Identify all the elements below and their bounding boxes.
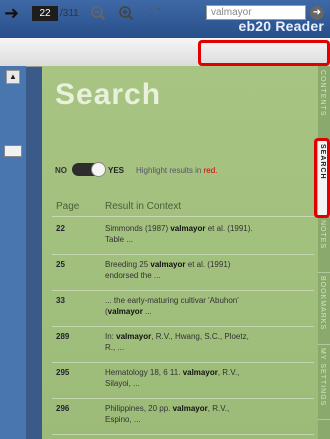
result-search-term: valmayor (107, 307, 143, 316)
tab-label: MY SETTINGS (319, 348, 326, 407)
result-page: 25 (56, 260, 65, 269)
result-search-term: valmayor (150, 260, 186, 269)
scroll-up-button[interactable]: ▲ (6, 70, 20, 84)
tab-search[interactable]: SEARCH (318, 140, 330, 217)
column-header-result: Result in Context (105, 201, 182, 212)
page-number-field[interactable]: 22 (32, 6, 58, 21)
result-context-pre: Simmonds (1987) (105, 224, 171, 233)
result-context: Hematology 18, 6 11. valmayor, R.V., Sil… (105, 367, 255, 389)
tab-label: CONTENTS (319, 70, 326, 117)
result-context-pre: Hematology 18, 6 11. (105, 368, 183, 377)
result-page: 296 (56, 404, 70, 413)
tab-notes[interactable]: NOTES (318, 216, 330, 273)
result-context-pre: Philippines, 20 pp. (105, 404, 173, 413)
result-context-post: ... (142, 307, 152, 316)
result-row[interactable]: 25 Breeding 25 valmayor et al. (1991) end… (52, 254, 314, 291)
tab-my-settings[interactable]: MY SETTINGS (318, 344, 330, 420)
result-search-term: valmayor (172, 404, 208, 413)
scroll-strip (0, 66, 26, 439)
highlight-description: Highlight results in red. (136, 166, 217, 175)
result-page: 33 (56, 296, 65, 305)
search-go-button[interactable]: ➜ (310, 6, 324, 20)
result-search-term: valmayor (170, 224, 206, 233)
tab-label: NOTES (319, 220, 326, 250)
arrow-right-icon[interactable]: ➜ (4, 3, 19, 23)
result-row[interactable]: 33 ... the early-maturing cultivar 'Abuho… (52, 290, 314, 327)
panel-title: Search (55, 78, 162, 111)
toggle-knob[interactable] (91, 162, 106, 177)
result-context-pre: Breeding 25 (105, 260, 151, 269)
tab-label: BOOKMARKS (319, 276, 326, 331)
result-context: In: valmayor, R.V., Hwang, S.C., Ploetz,… (105, 331, 255, 353)
result-page: 289 (56, 332, 70, 341)
result-page: 22 (56, 224, 65, 233)
result-row[interactable]: 295 Hematology 18, 6 11. valmayor, R.V., … (52, 362, 314, 399)
result-row[interactable]: 296 Philippines, 20 pp. valmayor, R.V., E… (52, 398, 314, 435)
result-row[interactable]: 289 In: valmayor, R.V., Hwang, S.C., Ploe… (52, 326, 314, 363)
app-title: eb20 Reader (238, 18, 324, 34)
result-context: Simmonds (1987) valmayor et al. (1991). … (105, 223, 255, 245)
tab-bookmarks[interactable]: BOOKMARKS (318, 272, 330, 345)
highlight-description-text: Highlight results in (136, 166, 202, 175)
zoom-in-icon[interactable] (118, 5, 134, 21)
result-context-pre: In: (105, 332, 117, 341)
toggle-no-label: NO (55, 166, 67, 175)
header-divider (52, 216, 314, 217)
search-input[interactable] (206, 5, 306, 20)
page-total: /311 (60, 8, 79, 19)
toggle-yes-label: YES (108, 166, 125, 175)
result-context: Breeding 25 valmayor et al. (1991) endor… (105, 259, 255, 281)
result-context: ... the early-maturing cultivar 'Abuhon'… (105, 295, 255, 317)
result-search-term: valmayor (182, 368, 218, 377)
fit-page-icon[interactable]: ⛶ (150, 5, 160, 21)
result-page: 295 (56, 368, 70, 377)
highlight-description-red: red. (203, 166, 218, 175)
zoom-out-icon[interactable] (90, 5, 106, 21)
scroll-thumb[interactable] (4, 145, 22, 157)
result-search-term: valmayor (116, 332, 152, 341)
tab-contents[interactable]: CONTENTS (318, 66, 330, 141)
toolbar (0, 38, 330, 67)
result-row[interactable]: 22 Simmonds (1987) valmayor et al. (1991)… (52, 218, 314, 255)
tab-label: SEARCH (319, 144, 326, 180)
column-header-page: Page (56, 201, 80, 212)
result-context: Philippines, 20 pp. valmayor, R.V., Espi… (105, 403, 255, 425)
